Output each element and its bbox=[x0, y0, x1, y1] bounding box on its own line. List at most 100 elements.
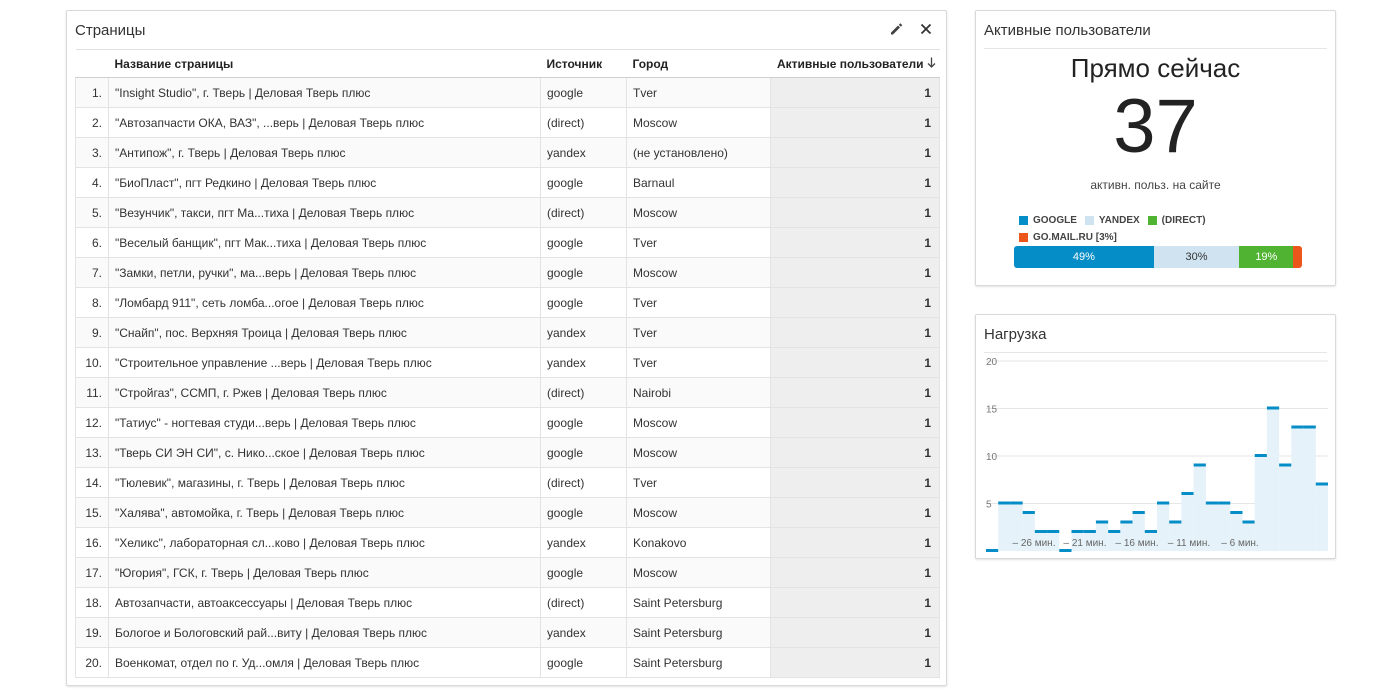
row-source: (direct) bbox=[540, 467, 627, 498]
col-header-active-users[interactable]: Активные пользователи bbox=[770, 49, 940, 78]
row-source: google bbox=[540, 407, 627, 438]
load-bar[interactable] bbox=[986, 549, 999, 552]
arrow-down-icon bbox=[927, 57, 936, 71]
row-index: 17. bbox=[75, 557, 109, 588]
table-row[interactable]: 7. "Замки, петли, ручки", ма...верь | Дел… bbox=[75, 257, 940, 288]
row-active-users: 1 bbox=[770, 107, 940, 138]
load-bar-fill bbox=[1291, 427, 1304, 551]
table-row[interactable]: 15. "Халява", автомойка, г. Тверь | Делов… bbox=[75, 497, 940, 528]
table-row[interactable]: 20. Военкомат, отдел по г. Уд...омля | Де… bbox=[75, 647, 940, 678]
row-page-name[interactable]: "Тюлевик", магазины, г. Тверь | Деловая … bbox=[108, 467, 541, 498]
row-active-users: 1 bbox=[770, 497, 940, 528]
row-page-name[interactable]: Автозапчасти, автоаксессуары | Деловая Т… bbox=[108, 587, 541, 618]
table-row[interactable]: 6. "Веселый банщик", пгт Мак...тиха | Дел… bbox=[75, 227, 940, 258]
table-row[interactable]: 16. "Хеликс", лабораторная сл...ково | Де… bbox=[75, 527, 940, 558]
row-page-name[interactable]: "Везунчик", такси, пгт Ма...тиха | Делов… bbox=[108, 197, 541, 228]
row-page-name[interactable]: "Халява", автомойка, г. Тверь | Деловая … bbox=[108, 497, 541, 528]
load-bar[interactable] bbox=[1157, 501, 1170, 505]
load-bar[interactable] bbox=[1132, 511, 1145, 514]
row-city: Saint Petersburg bbox=[626, 587, 771, 618]
col-header-city[interactable]: Город bbox=[626, 49, 771, 78]
load-bar[interactable] bbox=[1181, 492, 1194, 495]
row-page-name[interactable]: "Стройгаз", ССМП, г. Ржев | Деловая Твер… bbox=[108, 377, 541, 408]
table-row[interactable]: 1. "Insight Studio", г. Тверь | Деловая Т… bbox=[75, 77, 940, 108]
load-bar[interactable] bbox=[1059, 549, 1072, 552]
table-row[interactable]: 8. "Ломбард 911", сеть ломба...огое | Дел… bbox=[75, 287, 940, 318]
load-bar[interactable] bbox=[1254, 454, 1267, 457]
row-page-name[interactable]: "Веселый банщик", пгт Мак...тиха | Делов… bbox=[108, 227, 541, 258]
close-icon[interactable] bbox=[918, 21, 934, 37]
table-row[interactable]: 4. "БиоПласт", пгт Редкино | Деловая Твер… bbox=[75, 167, 940, 198]
load-bar[interactable] bbox=[1266, 406, 1280, 410]
table-row[interactable]: 19. Бологое и Бологовский рай...виту | Де… bbox=[75, 617, 940, 648]
table-row[interactable]: 12. "Татиус" - ногтевая студи...верь | Де… bbox=[75, 407, 940, 438]
row-page-name[interactable]: "БиоПласт", пгт Редкино | Деловая Тверь … bbox=[108, 167, 541, 198]
pencil-icon[interactable] bbox=[888, 21, 904, 37]
row-page-name[interactable]: Военкомат, отдел по г. Уд...омля | Делов… bbox=[108, 647, 541, 678]
row-source: google bbox=[540, 167, 627, 198]
row-page-name[interactable]: "Антипож", г. Тверь | Деловая Тверь плюс bbox=[108, 137, 541, 168]
load-bar[interactable] bbox=[1108, 530, 1121, 533]
load-bar[interactable] bbox=[1169, 520, 1182, 524]
row-index: 2. bbox=[75, 107, 109, 138]
load-bar[interactable] bbox=[1291, 425, 1304, 429]
col-header-source[interactable]: Источник bbox=[540, 49, 627, 78]
table-row[interactable]: 14. "Тюлевик", магазины, г. Тверь | Делов… bbox=[75, 467, 940, 498]
row-page-name[interactable]: "Строительное управление ...верь | Делов… bbox=[108, 347, 541, 378]
row-active-users: 1 bbox=[770, 137, 940, 168]
row-city: Tver bbox=[626, 77, 771, 108]
row-city: Tver bbox=[626, 287, 771, 318]
row-active-users: 1 bbox=[770, 257, 940, 288]
x-tick-label: – 16 мин. bbox=[1115, 538, 1158, 549]
load-bar[interactable] bbox=[1071, 530, 1084, 533]
x-tick-label: – 6 мин. bbox=[1221, 538, 1258, 549]
legend-label: GOOGLE bbox=[1033, 215, 1077, 226]
table-row[interactable]: 10. "Строительное управление ...верь | Де… bbox=[75, 347, 940, 378]
load-bar[interactable] bbox=[1120, 520, 1133, 524]
row-page-name[interactable]: "Хеликс", лабораторная сл...ково | Делов… bbox=[108, 527, 541, 558]
load-bar[interactable] bbox=[998, 501, 1011, 505]
row-page-name[interactable]: "Insight Studio", г. Тверь | Деловая Тве… bbox=[108, 77, 541, 108]
row-city: Moscow bbox=[626, 557, 771, 588]
load-bar[interactable] bbox=[1010, 501, 1023, 505]
table-row[interactable]: 2. "Автозапчасти ОКА, ВАЗ", ...верь | Дел… bbox=[75, 107, 940, 138]
row-city: Tver bbox=[626, 467, 771, 498]
legend-label: GO.MAIL.RU [3%] bbox=[1033, 232, 1117, 243]
row-page-name[interactable]: Бологое и Бологовский рай...виту | Делов… bbox=[108, 617, 541, 648]
load-bar[interactable] bbox=[1022, 511, 1035, 514]
load-bar[interactable] bbox=[1144, 530, 1157, 533]
table-row[interactable]: 9. "Снайп", пос. Верхняя Троица | Деловая… bbox=[75, 317, 940, 348]
row-city: Barnaul bbox=[626, 167, 771, 198]
load-bar[interactable] bbox=[1083, 530, 1096, 533]
row-page-name[interactable]: "Югория", ГСК, г. Тверь | Деловая Тверь … bbox=[108, 557, 541, 588]
load-bar[interactable] bbox=[1205, 501, 1219, 505]
table-row[interactable]: 3. "Антипож", г. Тверь | Деловая Тверь пл… bbox=[75, 137, 940, 168]
load-bar[interactable] bbox=[1230, 511, 1243, 514]
row-city: Moscow bbox=[626, 107, 771, 138]
col-header-page-name[interactable]: Название страницы bbox=[108, 49, 541, 78]
row-page-name[interactable]: "Тверь СИ ЭН СИ", с. Нико...ское | Делов… bbox=[108, 437, 541, 468]
load-bar[interactable] bbox=[1193, 463, 1206, 467]
load-bar[interactable] bbox=[1242, 520, 1255, 524]
now-label: Прямо сейчас bbox=[1070, 53, 1241, 83]
table-row[interactable]: 17. "Югория", ГСК, г. Тверь | Деловая Тве… bbox=[75, 557, 940, 588]
load-bar[interactable] bbox=[1303, 425, 1316, 429]
load-bar[interactable] bbox=[1315, 482, 1328, 486]
row-page-name[interactable]: "Ломбард 911", сеть ломба...огое | Делов… bbox=[108, 287, 541, 318]
load-bar[interactable] bbox=[1218, 501, 1231, 505]
table-row[interactable]: 18. Автозапчасти, автоаксессуары | Делова… bbox=[75, 587, 940, 618]
load-bar[interactable] bbox=[1095, 520, 1109, 524]
row-source: yandex bbox=[540, 527, 627, 558]
row-source: yandex bbox=[540, 347, 627, 378]
load-bar[interactable] bbox=[1279, 463, 1292, 467]
row-city: Moscow bbox=[626, 407, 771, 438]
load-bar[interactable] bbox=[1034, 530, 1048, 533]
load-bar[interactable] bbox=[1047, 530, 1060, 533]
row-page-name[interactable]: "Снайп", пос. Верхняя Троица | Деловая Т… bbox=[108, 317, 541, 348]
row-page-name[interactable]: "Замки, петли, ручки", ма...верь | Делов… bbox=[108, 257, 541, 288]
row-page-name[interactable]: "Татиус" - ногтевая студи...верь | Делов… bbox=[108, 407, 541, 438]
row-page-name[interactable]: "Автозапчасти ОКА, ВАЗ", ...верь | Делов… bbox=[108, 107, 541, 138]
table-row[interactable]: 11. "Стройгаз", ССМП, г. Ржев | Деловая Т… bbox=[75, 377, 940, 408]
table-row[interactable]: 13. "Тверь СИ ЭН СИ", с. Нико...ское | Де… bbox=[75, 437, 940, 468]
table-row[interactable]: 5. "Везунчик", такси, пгт Ма...тиха | Дел… bbox=[75, 197, 940, 228]
